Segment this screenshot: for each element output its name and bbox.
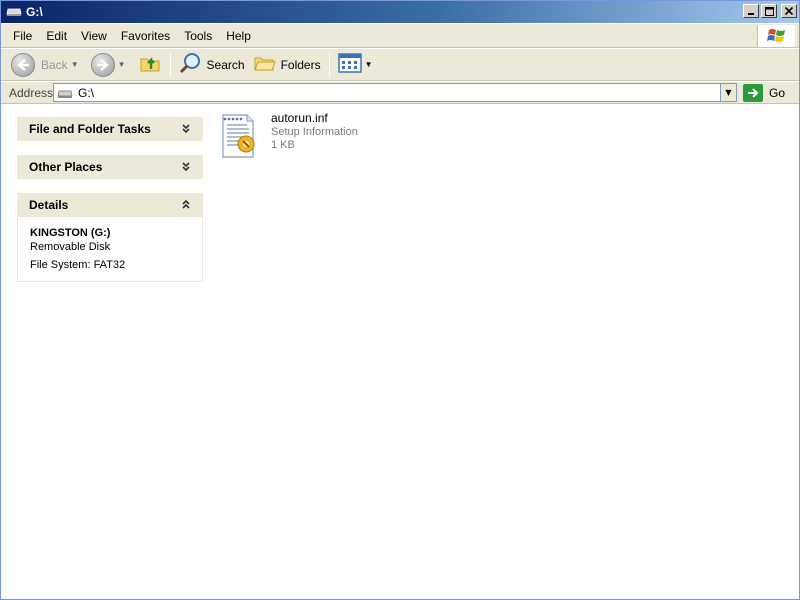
setup-information-file-icon (219, 111, 259, 161)
back-button[interactable]: Back ▼ (7, 51, 87, 79)
details-title: Details (29, 198, 69, 212)
title-bar[interactable]: G:\ (1, 1, 799, 23)
go-button[interactable]: Go (743, 83, 786, 102)
file-info: autorun.inf Setup Information 1 KB (271, 111, 358, 161)
menu-favorites[interactable]: Favorites (114, 29, 177, 43)
forward-dropdown-icon[interactable]: ▼ (118, 60, 126, 69)
toolbar-separator (169, 52, 171, 77)
search-icon (179, 51, 203, 78)
views-icon (337, 53, 362, 76)
menu-help[interactable]: Help (219, 29, 258, 43)
other-places-header[interactable]: Other Places (17, 155, 203, 179)
address-input[interactable]: G:\ ▼ (53, 83, 737, 102)
menu-tools[interactable]: Tools (177, 29, 219, 43)
search-button[interactable]: Search (175, 51, 249, 79)
back-dropdown-icon[interactable]: ▼ (71, 60, 79, 69)
file-name: autorun.inf (271, 111, 328, 125)
drive-icon (57, 89, 73, 98)
details-panel: Details KINGSTON (G:) Removable Disk Fil… (17, 193, 203, 282)
back-arrow-icon (11, 52, 35, 77)
address-value: G:\ (78, 85, 95, 100)
window-title: G:\ (26, 5, 43, 19)
file-system: File System: FAT32 (30, 259, 126, 271)
details-body: KINGSTON (G:) Removable Disk File System… (17, 217, 203, 282)
windows-flag-icon (766, 29, 785, 42)
chevron-down-icon[interactable] (181, 161, 191, 174)
explorer-window: G:\ File Edit View Favorites Tools Help (0, 0, 800, 600)
toolbar: Back ▼ ▼ Search Folders ▼ (1, 49, 799, 81)
back-label: Back (41, 57, 68, 72)
address-dropdown-icon[interactable]: ▼ (720, 84, 736, 101)
details-header[interactable]: Details (17, 193, 203, 217)
views-dropdown-icon[interactable]: ▼ (365, 60, 373, 69)
minimize-button[interactable] (743, 4, 759, 18)
menu-file[interactable]: File (1, 29, 39, 43)
address-label: Address (9, 85, 54, 100)
close-icon (785, 7, 793, 15)
maximize-button[interactable] (761, 4, 777, 18)
other-places-title: Other Places (29, 160, 103, 174)
drive-name: KINGSTON (G:) (30, 227, 111, 239)
views-button[interactable]: ▼ (334, 51, 381, 79)
up-folder-button[interactable] (134, 51, 166, 79)
address-bar: Address G:\ ▼ Go (1, 82, 799, 104)
file-folder-tasks-title: File and Folder Tasks (29, 122, 151, 136)
forward-arrow-icon (90, 52, 115, 77)
up-folder-icon (138, 51, 162, 78)
file-item[interactable]: autorun.inf Setup Information 1 KB (219, 111, 358, 161)
maximize-icon (764, 6, 774, 16)
search-label: Search (206, 57, 245, 72)
windows-logo (757, 25, 795, 47)
folders-button[interactable]: Folders (249, 51, 325, 79)
drive-type: Removable Disk (30, 241, 111, 253)
chevron-down-icon[interactable] (181, 123, 191, 136)
minimize-icon (748, 13, 754, 15)
go-label: Go (769, 85, 786, 100)
menu-bar: File Edit View Favorites Tools Help (1, 24, 799, 48)
window-controls (743, 4, 797, 18)
menu-view[interactable]: View (74, 29, 114, 43)
drive-icon (6, 7, 22, 17)
folders-icon (253, 51, 277, 78)
file-size: 1 KB (271, 139, 295, 151)
go-arrow-icon (743, 83, 763, 102)
forward-button[interactable]: ▼ (87, 51, 134, 79)
menu-edit[interactable]: Edit (39, 29, 74, 43)
toolbar-separator (328, 52, 330, 77)
folders-label: Folders (280, 57, 321, 72)
other-places-panel: Other Places (17, 155, 203, 179)
file-type: Setup Information (271, 126, 358, 138)
file-folder-tasks-header[interactable]: File and Folder Tasks (17, 117, 203, 141)
chevron-up-icon[interactable] (181, 199, 191, 212)
close-button[interactable] (781, 4, 797, 18)
file-folder-tasks-panel: File and Folder Tasks (17, 117, 203, 141)
